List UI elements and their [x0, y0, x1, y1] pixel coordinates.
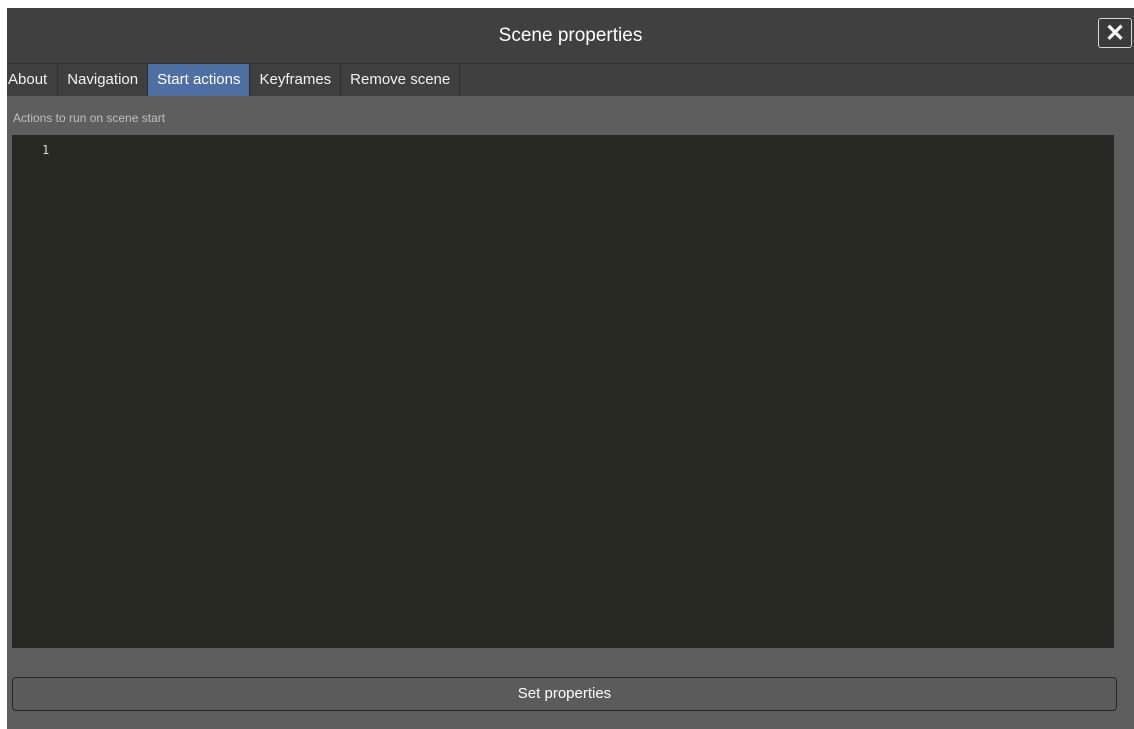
tab-navigation[interactable]: Navigation [58, 64, 149, 96]
start-actions-label: Actions to run on scene start [13, 111, 166, 125]
close-icon: ✕ [1104, 20, 1126, 47]
tab-about[interactable]: About [7, 64, 59, 96]
dialog-titlebar: Scene properties ✕ [7, 8, 1134, 64]
scene-properties-dialog: Scene properties ✕ About Navigation Star… [7, 8, 1134, 729]
tab-remove-scene[interactable]: Remove scene [341, 64, 461, 96]
set-properties-button[interactable]: Set properties [12, 677, 1117, 711]
tab-keyframes[interactable]: Keyframes [250, 64, 342, 96]
code-editor[interactable]: 1 [12, 135, 1114, 648]
tab-start-actions[interactable]: Start actions [148, 64, 251, 96]
dialog-title: Scene properties [498, 25, 643, 46]
line-number: 1 [42, 143, 50, 157]
close-button[interactable]: ✕ [1098, 18, 1132, 48]
tab-bar: About Navigation Start actions Keyframes… [7, 64, 1134, 96]
